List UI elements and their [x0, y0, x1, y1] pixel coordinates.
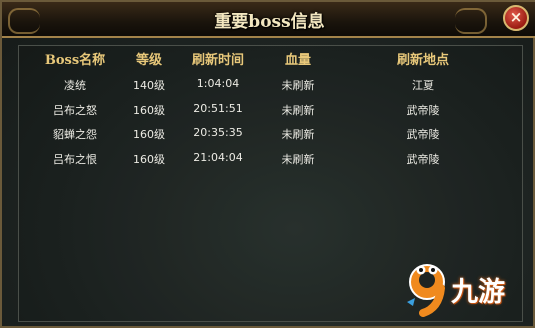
header-level: 等级: [135, 53, 163, 68]
cell-boss-name: 貂蝉之怨: [53, 128, 97, 141]
header-boss-name: Boss名称: [44, 53, 106, 68]
cell-location: 武帝陵: [406, 153, 440, 166]
dialog-titlebar: 重要boss信息: [2, 2, 535, 38]
header-refresh-time: 刷新时间: [191, 53, 245, 68]
cell-refresh-time: 1:04:04: [196, 77, 240, 90]
cell-refresh-time: 21:04:04: [193, 151, 243, 164]
cell-level: 160级: [133, 153, 165, 166]
cell-location: 武帝陵: [406, 104, 440, 117]
table-row: 凌统 140级 1:04:04 未刷新 江夏: [18, 77, 521, 99]
close-button[interactable]: ×: [503, 5, 529, 31]
watermark-text: 九游: [451, 277, 505, 308]
table-row: 吕布之怒 160级 20:51:51 未刷新 武帝陵: [18, 102, 521, 124]
cell-refresh-time: 20:51:51: [193, 102, 243, 115]
boss-info-dialog: 重要boss信息 × Boss名称 等级 刷新时间 血量 刷新地点 凌统 140…: [0, 0, 535, 328]
table-row: 吕布之恨 160级 21:04:04 未刷新 武帝陵: [18, 151, 521, 173]
9game-watermark: 九游: [403, 258, 525, 318]
cell-level: 160级: [133, 104, 165, 117]
header-refresh-location: 刷新地点: [396, 53, 450, 68]
cell-boss-name: 吕布之恨: [53, 153, 97, 166]
table-row: 貂蝉之怨 160级 20:35:35 未刷新 武帝陵: [18, 126, 521, 148]
cell-boss-name: 凌统: [64, 79, 86, 92]
cell-hp: 未刷新: [281, 128, 315, 141]
cell-hp: 未刷新: [281, 153, 315, 166]
cell-location: 江夏: [412, 79, 434, 92]
cell-hp: 未刷新: [281, 79, 315, 92]
cell-refresh-time: 20:35:35: [193, 126, 243, 139]
header-hp: 血量: [284, 53, 312, 68]
cell-level: 160级: [133, 128, 165, 141]
close-icon: ×: [509, 8, 523, 26]
table-header: Boss名称 等级 刷新时间 血量 刷新地点: [18, 49, 521, 71]
cell-boss-name: 吕布之怒: [53, 104, 97, 117]
cell-location: 武帝陵: [406, 128, 440, 141]
cell-level: 140级: [133, 79, 165, 92]
9game-mascot-icon: [407, 264, 445, 317]
cell-hp: 未刷新: [281, 104, 315, 117]
dialog-title: 重要boss信息: [214, 12, 325, 32]
